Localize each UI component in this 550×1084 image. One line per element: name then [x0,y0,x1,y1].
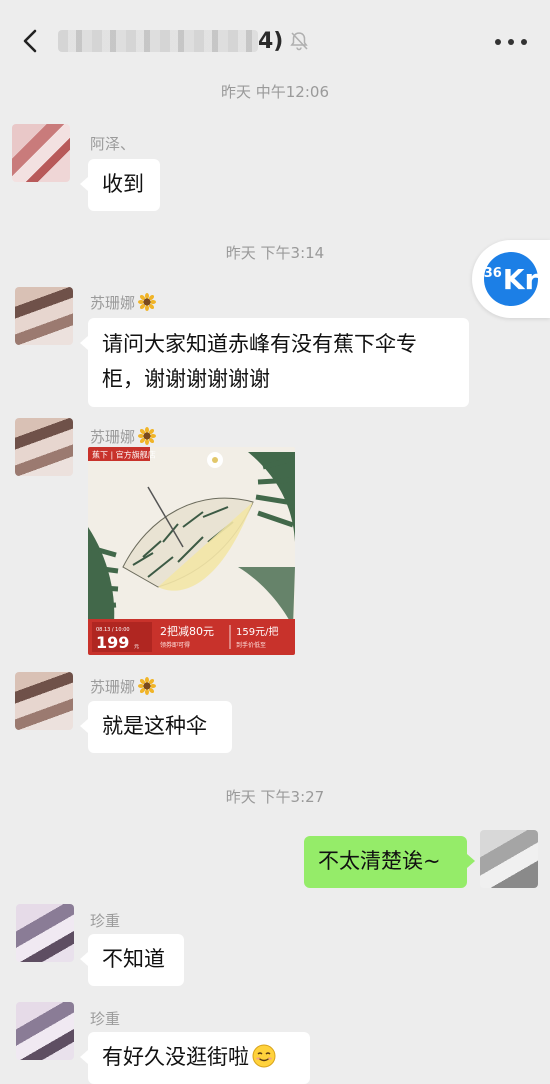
price: 199 [96,633,129,652]
message-text: 就是这种伞 [102,714,207,738]
sender-name: 苏珊娜 [90,292,157,313]
message-bubble[interactable]: 请问大家知道赤峰有没有蕉下伞专 柜，谢谢谢谢谢谢 [80,318,469,407]
avatar[interactable] [15,672,73,730]
back-button[interactable] [18,26,44,56]
unit-price-subtext: 到手价低至 [236,641,266,649]
avatar[interactable] [16,904,74,962]
sender-name: 珍重 [90,912,121,930]
more-button[interactable] [494,38,528,46]
floating-badge[interactable]: 36 Kr [472,240,550,318]
sender-name: 苏珊娜 [90,426,157,447]
blurred-group-name [58,30,258,52]
sunflower-icon [138,677,157,695]
more-icon [495,39,527,45]
message-text: 有好久没逛街啦 [102,1045,249,1069]
message-text-line: 请问大家知道赤峰有没有蕉下伞专 [102,332,417,356]
smile-emoji-icon [252,1044,276,1068]
my-message-bubble[interactable]: 不太清楚诶~ [304,836,475,888]
avatar[interactable] [16,1002,74,1060]
avatar[interactable] [15,287,73,345]
sender-name: 阿泽、 [90,135,136,153]
member-count: 4) [258,28,284,54]
price-unit: 元 [134,644,139,650]
36kr-logo-icon: 36 Kr [484,252,538,306]
message-bubble[interactable]: 收到 [80,159,160,211]
message-text: 不知道 [102,947,165,971]
sender-name: 珍重 [90,1010,121,1028]
message-bubble[interactable]: 就是这种伞 [80,701,232,753]
promo-subtext: 领券即可得 [160,641,190,649]
product-image-message[interactable]: 蕉下 | 官方旗舰店 08.13 / 10:00 199 元 2把减80元 领券… [88,447,295,655]
bell-muted-icon [288,30,310,52]
my-avatar[interactable] [480,830,538,888]
sunflower-icon [138,427,157,445]
umbrella-product-image: 蕉下 | 官方旗舰店 08.13 / 10:00 199 元 2把减80元 领券… [88,447,295,655]
avatar[interactable] [15,418,73,476]
message-text-line: 柜，谢谢谢谢谢谢 [102,367,270,391]
message-bubble[interactable]: 有好久没逛街啦 [80,1032,310,1084]
chat-header: 4) [0,0,550,80]
timestamp: 昨天 下午3:14 [225,244,325,262]
unit-price: 159元/把 [236,625,278,638]
sender-name: 苏珊娜 [90,676,157,697]
timestamp: 昨天 中午12:06 [221,83,329,101]
chat-title: 4) [58,26,283,56]
message-bubble[interactable]: 不知道 [80,934,184,986]
chevron-left-icon [23,29,37,53]
message-text: 收到 [102,172,144,196]
shop-label: 蕉下 | 官方旗舰店 [92,450,156,460]
message-text: 不太清楚诶~ [318,849,441,873]
timestamp: 昨天 下午3:27 [225,788,325,806]
avatar[interactable] [12,124,70,182]
sunflower-icon [138,293,157,311]
promo-text: 2把减80元 [160,624,214,638]
